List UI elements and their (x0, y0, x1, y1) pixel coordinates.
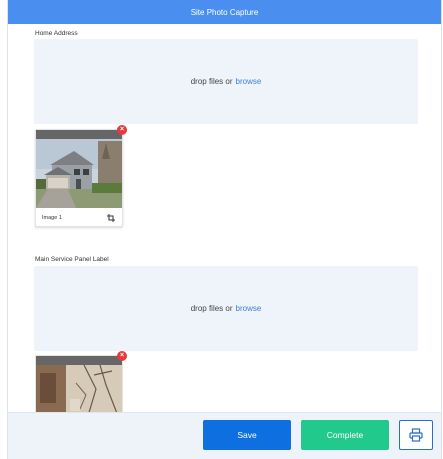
dropzone-text: drop files or (190, 304, 233, 313)
house-photo-image (36, 139, 122, 208)
house-photo[interactable] (36, 139, 122, 208)
image-card-header (36, 130, 122, 139)
panel-photo[interactable] (36, 365, 122, 412)
crop-icon[interactable] (106, 213, 116, 223)
dropzone-main-service-panel[interactable]: drop files or browse (34, 266, 418, 351)
page-title: Site Photo Capture (190, 7, 259, 17)
page-title-bar: Site Photo Capture (8, 0, 441, 24)
image-card-header (36, 356, 122, 365)
image-card-main-service-panel[interactable]: × (35, 351, 127, 412)
image-card-home-address[interactable]: Image 1 × (35, 125, 127, 228)
browse-link[interactable]: browse (236, 77, 262, 86)
complete-button[interactable]: Complete (301, 420, 389, 450)
printer-icon (409, 428, 423, 442)
remove-image-button[interactable]: × (117, 125, 127, 135)
action-footer: Save Complete (8, 412, 441, 459)
section-label-main-service-panel: Main Service Panel Label (35, 256, 109, 263)
form-content[interactable]: Home Address drop files or browse Image … (8, 24, 441, 412)
image-caption: Image 1 (42, 215, 62, 221)
dropzone-text: drop files or (190, 77, 233, 86)
browse-link[interactable]: browse (236, 304, 262, 313)
save-button[interactable]: Save (203, 420, 291, 450)
section-label-home-address: Home Address (35, 30, 78, 37)
panel-photo-image (36, 365, 122, 412)
app-window: Site Photo Capture Home Address drop fil… (7, 0, 442, 459)
image-card-footer: Image 1 (36, 208, 122, 228)
dropzone-home-address[interactable]: drop files or browse (34, 39, 418, 124)
remove-image-button[interactable]: × (117, 351, 127, 361)
print-button[interactable] (399, 420, 433, 450)
